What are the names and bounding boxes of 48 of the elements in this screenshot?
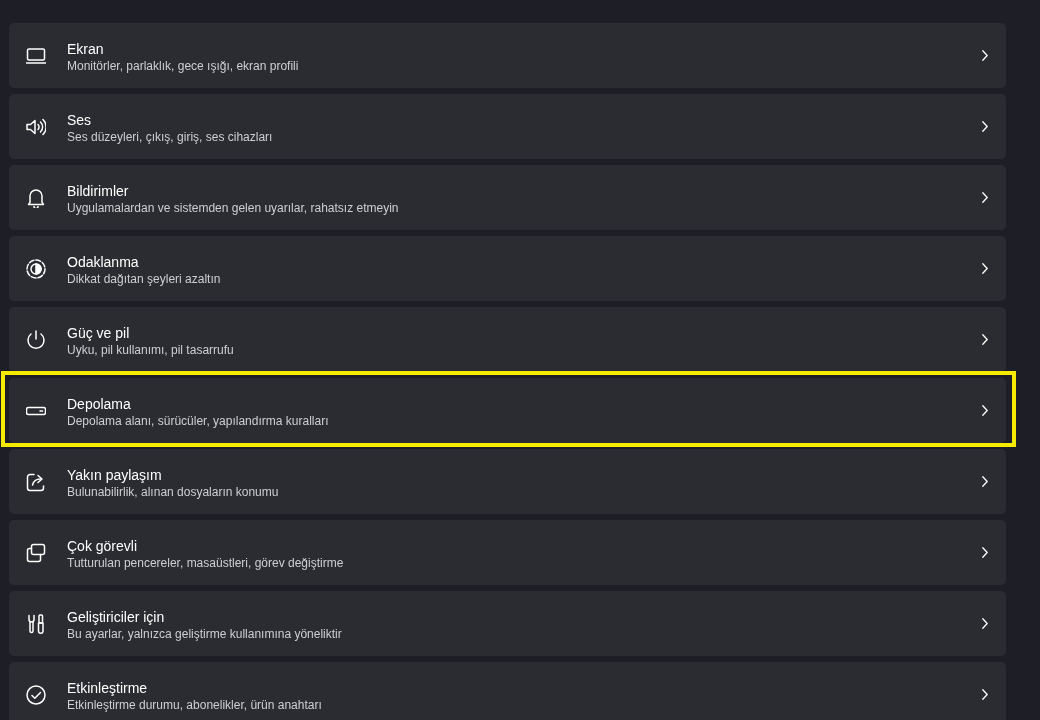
settings-item[interactable]: Ses Ses düzeyleri, çıkış, giriş, ses cihazları xyxy=(9,94,1006,159)
item-description: Bulunabilirlik, alınan dosyaların konumu xyxy=(67,483,279,500)
chevron-right-icon xyxy=(982,689,988,700)
share-icon xyxy=(26,471,46,492)
settings-item[interactable]: Odaklanma Dikkat dağıtan şeyleri azaltın xyxy=(9,236,1006,301)
chevron-right-icon xyxy=(982,476,988,487)
focus-icon xyxy=(26,258,46,279)
settings-item[interactable]: Güç ve pil Uyku, pil kullanımı, pil tasarrufu xyxy=(9,307,1006,372)
item-title: Odaklanma xyxy=(67,252,139,271)
check-circle-icon xyxy=(26,684,46,705)
chevron-right-icon xyxy=(982,263,988,274)
power-icon xyxy=(26,329,46,350)
chevron-right-icon xyxy=(982,334,988,345)
chevron-right-icon xyxy=(982,618,988,629)
bell-icon xyxy=(26,187,46,208)
chevron-right-icon xyxy=(982,547,988,558)
item-description: Monitörler, parlaklık, gece ışığı, ekran profili xyxy=(67,57,299,74)
item-title: Çok görevli xyxy=(67,536,138,555)
item-description: Etkinleştirme durumu, abonelikler, ürün anahtarı xyxy=(67,696,322,713)
item-description: Uyku, pil kullanımı, pil tasarrufu xyxy=(67,341,234,358)
settings-item[interactable]: Geliştiriciler için Bu ayarlar, yalnızca geliştirme kullanımına yöneliktir xyxy=(9,591,1006,656)
item-description: Depolama alanı, sürücüler, yapılandırma kuralları xyxy=(67,412,329,429)
settings-item[interactable]: Ekran Monitörler, parlaklık, gece ışığı, ekran profili xyxy=(9,23,1006,88)
item-title: Etkinleştirme xyxy=(67,678,148,697)
settings-item[interactable]: Bildirimler Uygulamalardan ve sistemden gelen uyarılar, rahatsız etmeyin xyxy=(9,165,1006,230)
item-title: Depolama xyxy=(67,394,131,413)
item-description: Dikkat dağıtan şeyleri azaltın xyxy=(67,270,221,287)
speaker-icon xyxy=(26,116,46,137)
settings-item[interactable]: Etkinleştirme Etkinleştirme durumu, abonelikler, ürün anahtarı xyxy=(9,662,1006,720)
chevron-right-icon xyxy=(982,50,988,61)
laptop-icon xyxy=(26,45,46,66)
item-title: Yakın paylaşım xyxy=(67,465,162,484)
tools-icon xyxy=(26,613,46,634)
settings-item[interactable]: Çok görevli Tutturulan pencereler, masaüstleri, görev değiştirme xyxy=(9,520,1006,585)
item-description: Ses düzeyleri, çıkış, giriş, ses cihazları xyxy=(67,128,273,145)
item-description: Tutturulan pencereler, masaüstleri, görev değiştirme xyxy=(67,554,344,571)
chevron-right-icon xyxy=(982,121,988,132)
settings-item[interactable]: Yakın paylaşım Bulunabilirlik, alınan dosyaların konumu xyxy=(9,449,1006,514)
chevron-right-icon xyxy=(982,192,988,203)
item-title: Bildirimler xyxy=(67,181,129,200)
chevron-right-icon xyxy=(982,405,988,416)
item-description: Uygulamalardan ve sistemden gelen uyarılar, rahatsız etmeyin xyxy=(67,199,399,216)
item-title: Güç ve pil xyxy=(67,323,130,342)
item-title: Ses xyxy=(67,110,92,129)
item-description: Bu ayarlar, yalnızca geliştirme kullanımına yöneliktir xyxy=(67,625,342,642)
item-title: Ekran xyxy=(67,39,104,58)
windows-icon xyxy=(26,542,46,563)
item-title: Geliştiriciler için xyxy=(67,607,165,626)
